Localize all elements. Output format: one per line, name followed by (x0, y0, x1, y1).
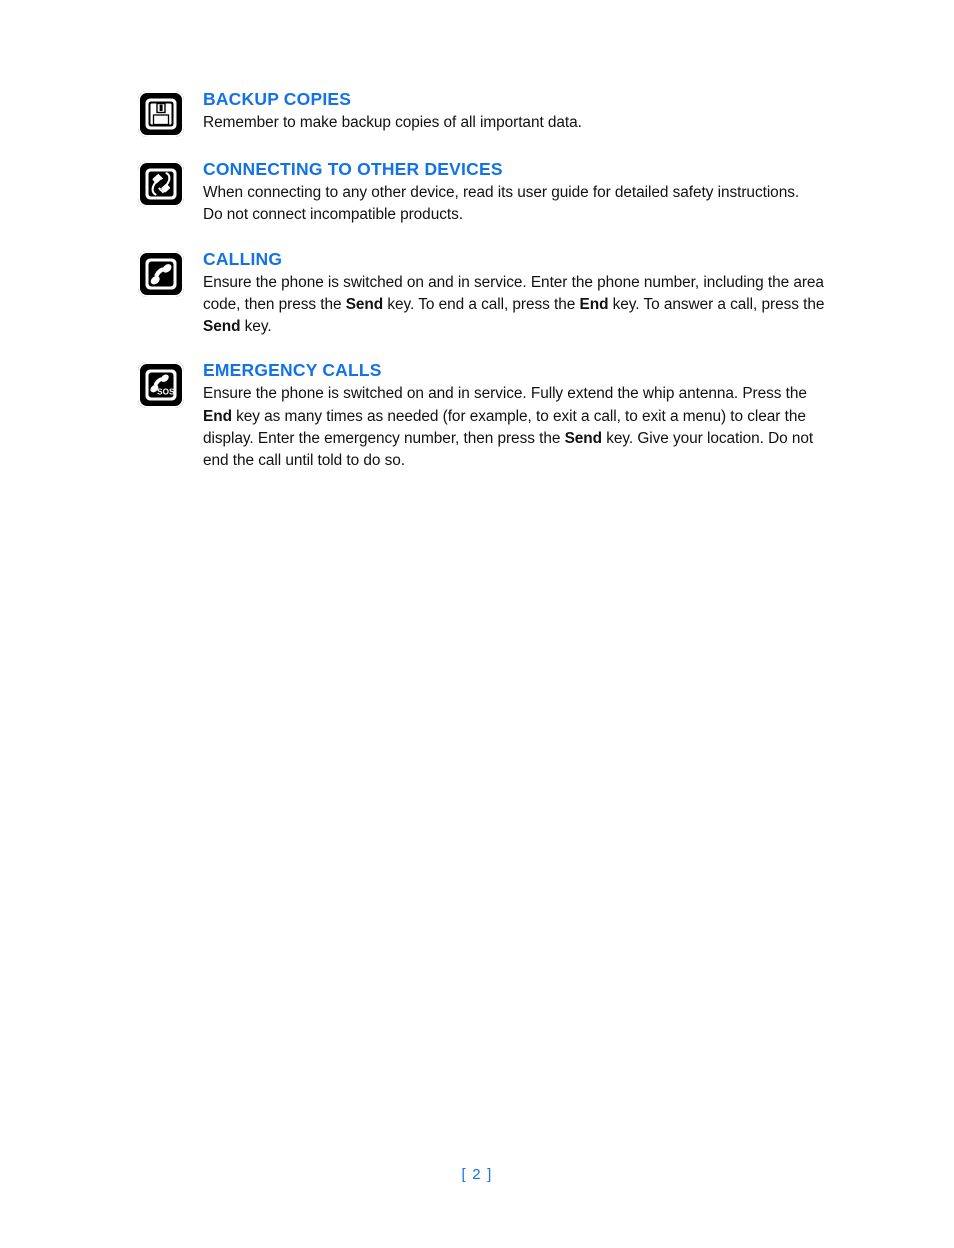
icon-cell (138, 88, 203, 137)
text-cell: EMERGENCY CALLS Ensure the phone is swit… (203, 359, 838, 472)
svg-text:SOS: SOS (157, 388, 175, 397)
page-number-footer: [ 2 ] (461, 1166, 493, 1183)
connector-plug-icon (138, 161, 184, 207)
safety-sections-list: BACKUP COPIES Remember to make backup co… (138, 88, 838, 494)
emergency-sos-handset-icon: SOS (138, 362, 184, 409)
section-heading: CONNECTING TO OTHER DEVICES (203, 159, 503, 179)
section-heading: CALLING (203, 248, 283, 269)
section-body: Ensure the phone is switched on and in s… (203, 273, 825, 336)
emphasised-key-name: Send (345, 295, 384, 313)
emphasised-key-name: End (579, 295, 609, 313)
section-body: When connecting to any other device, rea… (203, 184, 800, 224)
section-backup-copies: BACKUP COPIES Remember to make backup co… (138, 88, 838, 137)
floppy-disk-icon (138, 91, 184, 137)
text-cell: BACKUP COPIES Remember to make backup co… (203, 88, 838, 134)
document-page: BACKUP COPIES Remember to make backup co… (0, 0, 954, 1248)
emphasised-key-name: End (203, 407, 232, 425)
section-body: Remember to make backup copies of all im… (203, 114, 582, 131)
section-heading: EMERGENCY CALLS (203, 360, 382, 381)
emphasised-key-name: Send (564, 430, 602, 448)
text-cell: CALLING Ensure the phone is switched on … (203, 248, 838, 339)
section-emergency-calls: SOS EMERGENCY CALLS Ensure the phone is … (138, 359, 838, 472)
icon-cell (138, 248, 203, 297)
section-heading: BACKUP COPIES (203, 89, 352, 109)
icon-cell (138, 158, 203, 207)
text-cell: CONNECTING TO OTHER DEVICES When connect… (203, 158, 838, 227)
emphasised-key-name: Send (203, 318, 241, 336)
section-connecting-to-other-devices: CONNECTING TO OTHER DEVICES When connect… (138, 158, 838, 227)
section-body: Ensure the phone is switched on and in s… (203, 385, 814, 470)
telephone-handset-icon (138, 250, 184, 297)
icon-cell: SOS (138, 359, 203, 409)
section-calling: CALLING Ensure the phone is switched on … (138, 248, 838, 339)
